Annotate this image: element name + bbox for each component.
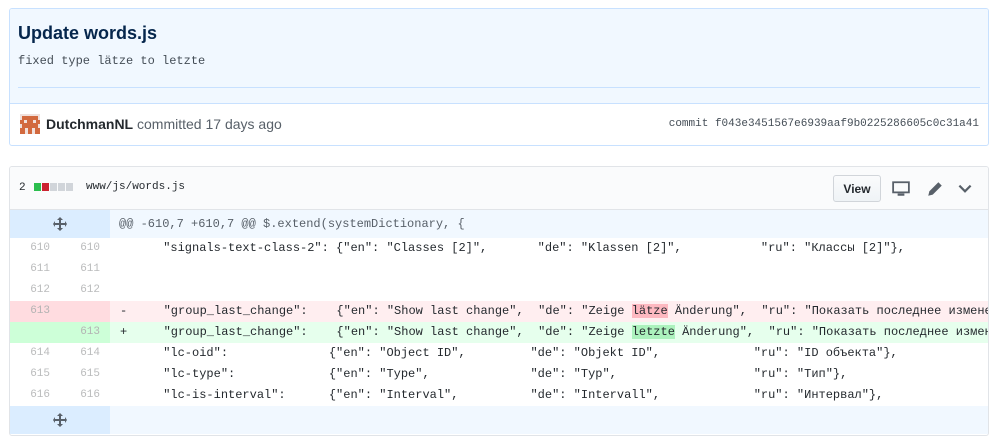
diffstat-bar bbox=[34, 183, 73, 191]
diff-code: "lc-oid": {"en": "Object ID", "de": "Obj… bbox=[110, 343, 988, 364]
hunk-footer bbox=[110, 406, 988, 434]
commit-sha: commit f043e3451567e6939aaf9b0225286605c… bbox=[668, 118, 979, 130]
old-line-number[interactable]: 615 bbox=[10, 364, 60, 385]
minus-marker: - bbox=[120, 304, 128, 318]
commit-header: Update words.js fixed type lätze to letz… bbox=[10, 9, 988, 104]
diff-code: "signals-text-class-2": {"en": "Classes … bbox=[110, 238, 988, 259]
commit-box: Update words.js fixed type lätze to letz… bbox=[9, 8, 989, 146]
file-header: 2 www/js/words.js View bbox=[10, 167, 988, 210]
new-line-number[interactable]: 614 bbox=[60, 343, 110, 364]
chevron-down-icon[interactable] bbox=[956, 180, 974, 198]
divider bbox=[18, 87, 980, 88]
diff-line-context: 614 614 "lc-oid": {"en": "Object ID", "de… bbox=[10, 343, 988, 364]
expand-up-button[interactable] bbox=[10, 210, 110, 238]
new-line-number[interactable]: 612 bbox=[60, 280, 110, 301]
author-line: DutchmanNL committed 17 days ago bbox=[46, 116, 282, 132]
diff-table: @@ -610,7 +610,7 @@ $.extend(systemDicti… bbox=[10, 210, 989, 434]
old-line-number[interactable] bbox=[10, 322, 60, 343]
diffstat-block-neutral bbox=[58, 183, 65, 191]
diff-line-context: 612 612 bbox=[10, 280, 988, 301]
commit-description: fixed type lätze to letzte bbox=[18, 54, 206, 68]
unfold-icon bbox=[53, 217, 67, 231]
old-line-number[interactable]: 612 bbox=[10, 280, 60, 301]
new-line-number[interactable]: 611 bbox=[60, 259, 110, 280]
code-text: "group_last_change": {"en": "Show last c… bbox=[142, 325, 632, 339]
new-line-number[interactable]: 613 bbox=[60, 322, 110, 343]
code-text: "lc-oid": {"en": "Object ID", "de": "Obj… bbox=[120, 346, 898, 360]
diff-line-context: 611 611 bbox=[10, 259, 988, 280]
new-line-number[interactable]: 610 bbox=[60, 238, 110, 259]
commit-action: committed bbox=[137, 116, 202, 132]
hunk-header: @@ -610,7 +610,7 @@ $.extend(systemDicti… bbox=[110, 210, 988, 238]
plus-marker: + bbox=[120, 325, 128, 339]
diff-line-addition: 613 + "group_last_change": {"en": "Show l… bbox=[10, 322, 988, 343]
commit-time: 17 days ago bbox=[205, 116, 282, 132]
code-text: "signals-text-class-2": {"en": "Classes … bbox=[120, 241, 905, 255]
new-line-number[interactable]: 615 bbox=[60, 364, 110, 385]
diff-code: "lc-type": {"en": "Type", "de": "Typ", "… bbox=[110, 364, 988, 385]
view-file-button[interactable]: View bbox=[833, 175, 881, 202]
old-line-number[interactable]: 613 bbox=[10, 301, 60, 322]
diff-lines: 610 610 "signals-text-class-2": {"en": "C… bbox=[10, 238, 989, 406]
commit-meta: DutchmanNL committed 17 days ago commit … bbox=[10, 104, 988, 145]
hunk-footer-row bbox=[10, 406, 988, 434]
old-line-number[interactable]: 614 bbox=[10, 343, 60, 364]
commit-title: Update words.js bbox=[18, 23, 158, 43]
desktop-icon[interactable] bbox=[892, 180, 910, 198]
old-line-number[interactable]: 616 bbox=[10, 385, 60, 406]
diffstat-block-neutral bbox=[50, 183, 57, 191]
diffstat-block-neutral bbox=[66, 183, 73, 191]
word-highlight: lätze bbox=[631, 304, 668, 318]
author-link[interactable]: DutchmanNL bbox=[46, 116, 133, 132]
diff-line-deletion: 613 - "group_last_change": {"en": "Show l… bbox=[10, 301, 989, 322]
expand-down-button[interactable] bbox=[10, 406, 110, 434]
file-diff: 2 www/js/words.js View @@ -610,7 +610,7 … bbox=[9, 166, 989, 436]
code-text: Änderung", "ru": "Показать последнее изм… bbox=[682, 325, 988, 339]
code-text: "lc-is-interval": {"en": "Interval", "de… bbox=[120, 388, 884, 402]
file-path-link[interactable]: www/js/words.js bbox=[86, 181, 185, 193]
new-line-number[interactable]: 616 bbox=[60, 385, 110, 406]
diff-line-context: 616 616 "lc-is-interval": {"en": "Interva… bbox=[10, 385, 988, 406]
old-line-number[interactable]: 611 bbox=[10, 259, 60, 280]
avatar[interactable] bbox=[20, 114, 40, 134]
unfold-icon bbox=[53, 413, 67, 427]
code-text: Änderung", "ru": "Показать последнее изм… bbox=[674, 304, 989, 318]
diff-code bbox=[110, 280, 988, 301]
code-text: "lc-type": {"en": "Type", "de": "Typ", "… bbox=[120, 367, 848, 381]
diffstat-block-del bbox=[42, 183, 49, 191]
diff-line-context: 615 615 "lc-type": {"en": "Type", "de": "… bbox=[10, 364, 988, 385]
diff-code: "lc-is-interval": {"en": "Interval", "de… bbox=[110, 385, 988, 406]
diff-code: + "group_last_change": {"en": "Show last… bbox=[110, 322, 988, 343]
word-highlight: letzte bbox=[631, 325, 675, 339]
diff-code: - "group_last_change": {"en": "Show last… bbox=[110, 301, 989, 322]
new-line-number[interactable] bbox=[60, 301, 110, 322]
diffstat-count: 2 bbox=[19, 182, 26, 194]
hunk-header-row: @@ -610,7 +610,7 @@ $.extend(systemDicti… bbox=[10, 210, 988, 238]
pencil-icon[interactable] bbox=[926, 180, 944, 198]
diffstat-block-add bbox=[34, 183, 41, 191]
old-line-number[interactable]: 610 bbox=[10, 238, 60, 259]
diff-code bbox=[110, 259, 988, 280]
diff-line-context: 610 610 "signals-text-class-2": {"en": "C… bbox=[10, 238, 988, 259]
code-text: "group_last_change": {"en": "Show last c… bbox=[142, 304, 632, 318]
